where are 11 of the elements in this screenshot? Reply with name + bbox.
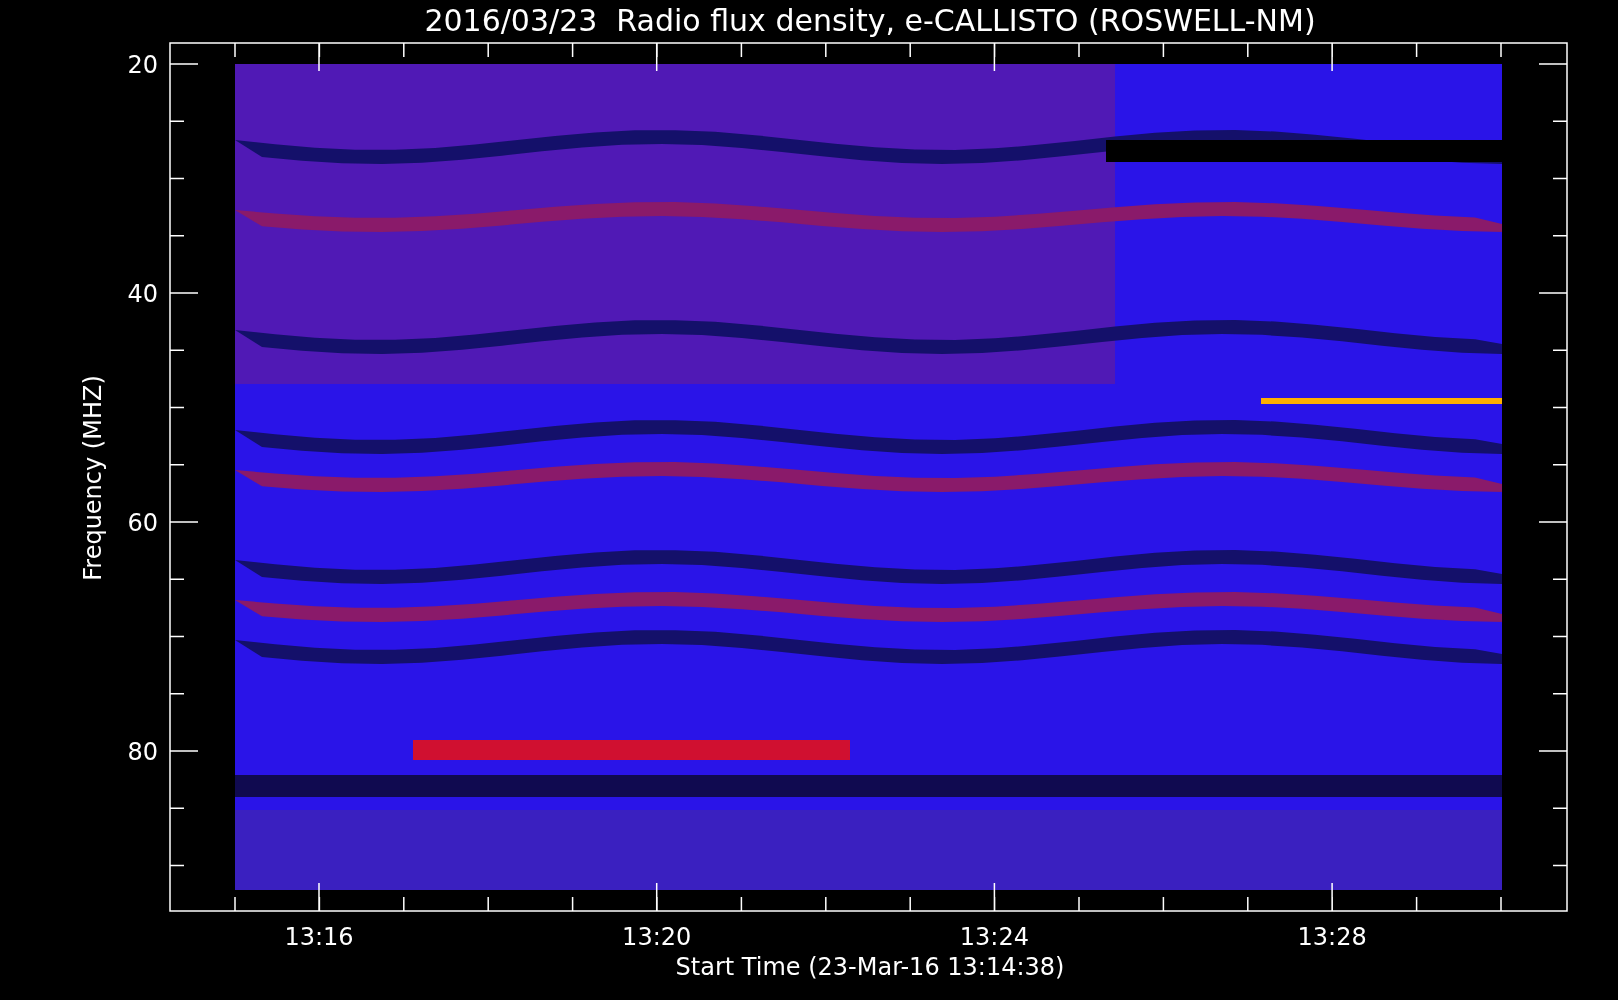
tick-label: 40 xyxy=(127,280,158,308)
tick-label: 13:24 xyxy=(959,923,1029,951)
tick-label: 13:28 xyxy=(1297,923,1367,951)
tick-label: 80 xyxy=(127,738,158,766)
tick-label: 13:16 xyxy=(284,923,354,951)
axis-label: Frequency (MHZ) xyxy=(79,375,107,581)
tick-label: 13:20 xyxy=(622,923,692,951)
tick-label: 60 xyxy=(127,509,158,537)
plot-title: 2016/03/23 Radio flux density, e-CALLISTO (ROSWELL-NM) xyxy=(424,3,1316,38)
axis-label: Start Time (23-Mar-16 13:14:38) xyxy=(675,953,1065,981)
tick-label: 20 xyxy=(127,51,158,79)
